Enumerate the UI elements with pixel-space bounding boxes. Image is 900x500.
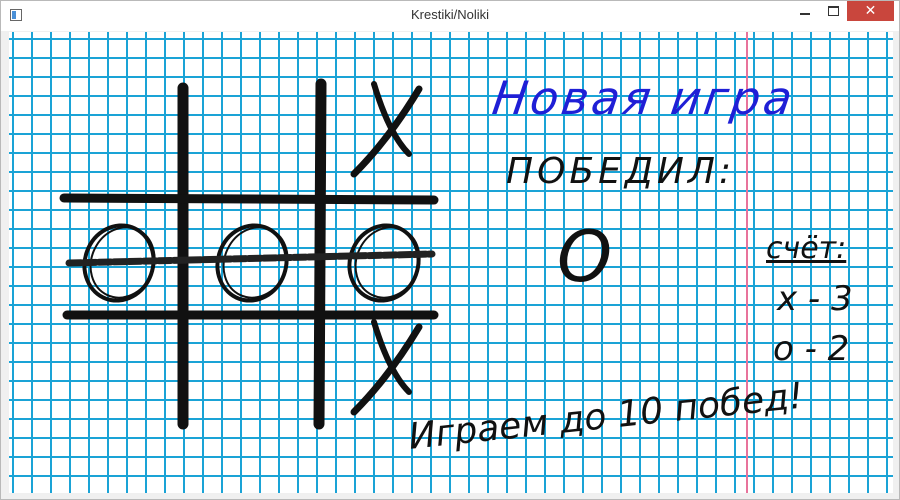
app-window: Krestiki/Noliki ✕ Новая игра ПОБЕДИЛ: O … xyxy=(0,0,900,500)
maximize-icon xyxy=(827,6,839,16)
new-game-button[interactable]: Новая игра xyxy=(489,71,798,125)
winner-value: O xyxy=(557,216,613,298)
score-x: x - 3 xyxy=(777,279,853,319)
close-icon: ✕ xyxy=(864,3,877,19)
winner-label: ПОБЕДИЛ: xyxy=(506,151,736,192)
score-o: o - 2 xyxy=(773,329,850,369)
window-title: Krestiki/Noliki xyxy=(410,7,489,22)
board-cell-1[interactable] xyxy=(192,89,312,199)
board-cell-2[interactable] xyxy=(324,81,444,199)
board-cell-7[interactable] xyxy=(192,327,312,437)
minimize-icon xyxy=(800,13,810,15)
board-cell-6[interactable] xyxy=(59,327,179,437)
close-button[interactable]: ✕ xyxy=(847,1,894,21)
maximize-button[interactable] xyxy=(819,1,847,21)
board-cell-5[interactable] xyxy=(324,208,444,318)
notebook-paper: Новая игра ПОБЕДИЛ: O счёт: x - 3 o - 2 … xyxy=(9,32,893,493)
minimize-button[interactable] xyxy=(791,1,819,21)
board-cell-0[interactable] xyxy=(59,89,179,199)
score-title: счёт: xyxy=(766,231,847,266)
title-bar[interactable]: Krestiki/Noliki ✕ xyxy=(1,1,899,31)
